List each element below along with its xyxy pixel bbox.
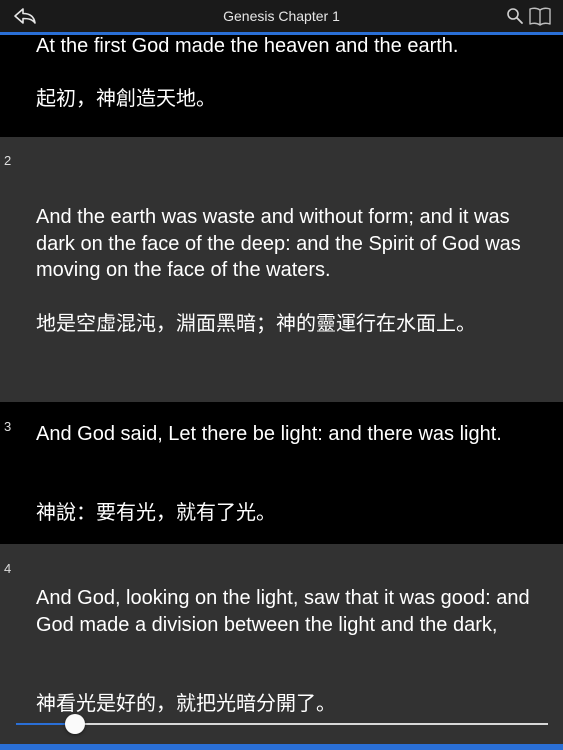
verse-english-text: And God said, Let there be light: and th… bbox=[36, 423, 502, 445]
verse-number: 3 bbox=[4, 419, 12, 434]
verse-chinese-text: 神看光是好的，就把光暗分開了。 bbox=[36, 691, 336, 715]
verse-chinese-text: 地是空虛混沌，淵面黑暗；神的靈運行在水面上。 bbox=[36, 311, 476, 335]
page-title: Genesis Chapter 1 bbox=[223, 8, 340, 24]
verse-number: 4 bbox=[4, 561, 12, 576]
verse-block-1[interactable]: At the first God made the heaven and the… bbox=[0, 35, 563, 137]
verse-block-3[interactable]: 3 And God said, Let there be light: and … bbox=[0, 402, 563, 544]
verse-block-2[interactable]: 2 And the earth was waste and without fo… bbox=[0, 137, 563, 402]
book-icon bbox=[529, 7, 551, 26]
bottom-accent-bar bbox=[0, 744, 563, 750]
search-button[interactable] bbox=[506, 7, 524, 25]
bookmarks-button[interactable] bbox=[528, 6, 552, 26]
verse-english-text: At the first God made the heaven and the… bbox=[36, 35, 459, 57]
slider-track[interactable] bbox=[16, 723, 548, 725]
verse-chinese-text: 神說：要有光，就有了光。 bbox=[36, 500, 276, 524]
search-icon bbox=[507, 8, 523, 24]
verse-chinese-text: 起初，神創造天地。 bbox=[36, 86, 216, 110]
verse-number: 2 bbox=[4, 153, 12, 168]
verse-english-text: And the earth was waste and without form… bbox=[36, 206, 521, 281]
chapter-scroll-slider[interactable] bbox=[16, 714, 548, 734]
slider-thumb[interactable] bbox=[65, 714, 85, 734]
verse-english-text: And God, looking on the light, saw that … bbox=[36, 587, 530, 636]
top-toolbar: Genesis Chapter 1 bbox=[0, 0, 563, 35]
